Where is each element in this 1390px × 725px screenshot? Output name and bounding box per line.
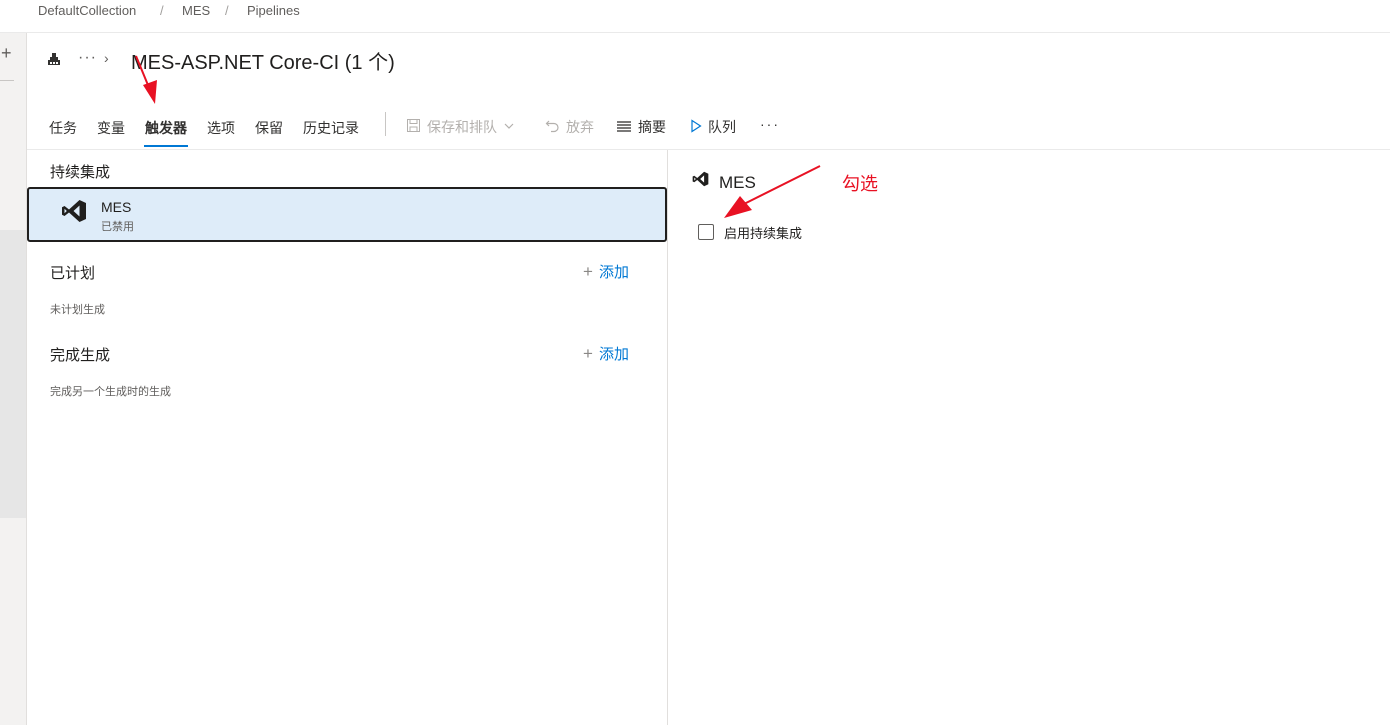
active-tab-indicator	[144, 145, 188, 147]
arrowhead-triggers	[143, 80, 157, 104]
tab-history[interactable]: 历史记录	[303, 118, 359, 138]
build-pipeline-icon	[47, 52, 61, 71]
annotation-arrows	[135, 55, 821, 218]
breadcrumb-collection[interactable]: DefaultCollection	[38, 3, 136, 18]
ci-repo-name: MES	[101, 199, 132, 215]
rail-panel	[0, 230, 26, 518]
tab-options[interactable]: 选项	[207, 118, 235, 138]
toolbar-more-button[interactable]: ···	[760, 116, 780, 132]
visual-studio-icon	[61, 199, 87, 228]
completion-description: 完成另一个生成时的生成	[50, 386, 171, 398]
toolbar-separator	[385, 112, 386, 136]
enable-ci-label[interactable]: 启用持续集成	[724, 223, 802, 242]
annotation-text: 勾选	[842, 174, 878, 194]
tabs-divider	[27, 149, 1390, 150]
undo-icon	[545, 118, 560, 136]
panel-divider	[667, 150, 668, 725]
queue-label: 队列	[708, 119, 736, 135]
enable-ci-checkbox[interactable]	[698, 224, 714, 240]
breadcrumb-separator: /	[160, 3, 164, 18]
tab-retention[interactable]: 保留	[255, 118, 283, 138]
rail-divider	[0, 80, 14, 81]
queue-button[interactable]: 队列	[690, 117, 736, 137]
tab-variables[interactable]: 变量	[97, 118, 125, 138]
repo-title: MES	[719, 173, 756, 192]
save-and-queue-button[interactable]: 保存和排队	[406, 117, 515, 137]
tab-triggers[interactable]: 触发器	[145, 118, 187, 138]
breadcrumb-pipelines[interactable]: Pipelines	[247, 3, 300, 18]
header-overflow-button[interactable]: ···	[78, 49, 97, 67]
save-icon	[406, 118, 421, 136]
summary-button[interactable]: 摘要	[616, 117, 666, 137]
add-completion-trigger-button[interactable]: + 添加	[583, 343, 629, 364]
play-icon	[690, 118, 702, 136]
breadcrumb-separator: /	[225, 3, 229, 18]
scheduled-heading: 已计划	[50, 265, 96, 282]
save-and-queue-label: 保存和排队	[427, 119, 497, 135]
discard-button[interactable]: 放弃	[545, 117, 594, 137]
ci-heading: 持续集成	[50, 164, 111, 181]
visual-studio-icon	[692, 171, 709, 192]
breadcrumb-project[interactable]: MES	[182, 3, 210, 18]
page-title: MES-ASP.NET Core-CI (1 个)	[131, 52, 395, 74]
tab-tasks[interactable]: 任务	[49, 118, 77, 138]
chevron-down-icon	[503, 119, 515, 135]
add-schedule-button[interactable]: + 添加	[583, 261, 629, 282]
scheduled-description: 未计划生成	[50, 304, 105, 316]
chevron-right-icon: ›	[104, 50, 109, 66]
arrowhead-checkbox	[724, 196, 752, 218]
header-divider	[0, 32, 1390, 33]
ci-repo-status: 已禁用	[101, 221, 134, 233]
plus-icon: +	[583, 343, 593, 363]
add-schedule-label: 添加	[598, 264, 629, 281]
plus-icon: +	[583, 261, 593, 281]
rail-add-icon[interactable]: +	[1, 44, 12, 62]
add-completion-label: 添加	[598, 346, 629, 363]
completion-heading: 完成生成	[50, 347, 111, 364]
list-icon	[616, 119, 632, 136]
summary-label: 摘要	[638, 119, 666, 135]
discard-label: 放弃	[566, 119, 594, 135]
